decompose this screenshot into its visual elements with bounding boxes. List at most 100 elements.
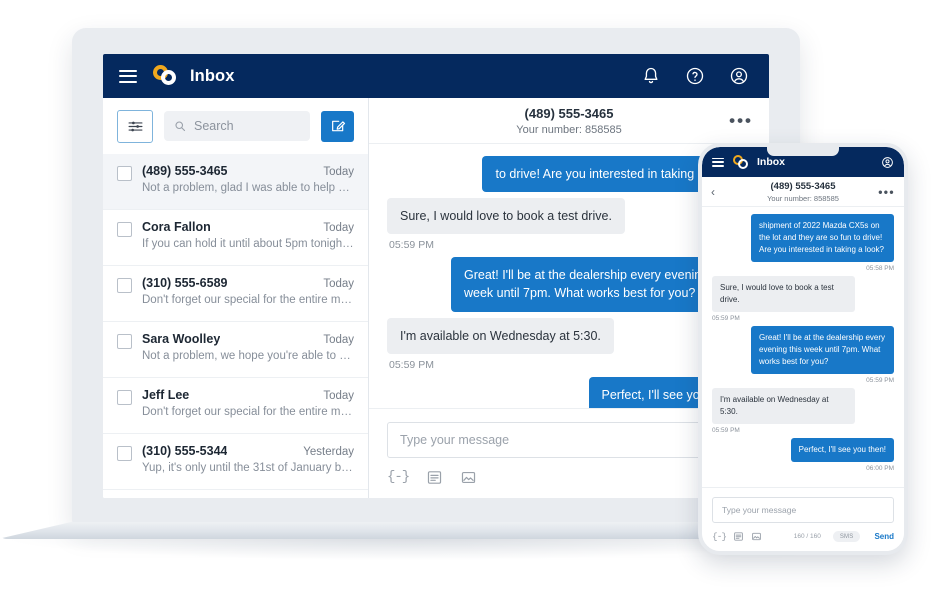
laptop-base <box>0 522 810 539</box>
phone-message-timestamp: 05:59 PM <box>866 377 894 384</box>
phone-frame: Inbox ‹ (489) 555-3465 Your number: 8585… <box>698 143 908 555</box>
back-chevron-icon[interactable]: ‹ <box>711 186 715 198</box>
merge-field-icon[interactable]: {-} <box>387 469 409 486</box>
search-icon <box>174 120 186 132</box>
channel-badge: SMS <box>833 531 861 542</box>
conversation-content: (310) 555-5344 Yesterday Yup, it's only un… <box>142 444 354 478</box>
conversation-preview: Not a problem, glad I was able to help o… <box>142 182 354 194</box>
interlocking-rings-logo <box>153 64 179 88</box>
filter-sliders-glyph <box>127 118 144 135</box>
conversation-preview: Yup, it's only until the 31st of January… <box>142 462 354 474</box>
conversation-name: Jeff Lee <box>142 388 189 402</box>
more-options-icon[interactable]: ••• <box>729 117 753 125</box>
conversation-time: Today <box>323 222 354 234</box>
conversation-content: (310) 555-6589Today Don't forget our spec… <box>142 276 354 310</box>
template-icon[interactable] <box>733 531 744 542</box>
help-question-icon[interactable] <box>685 66 705 86</box>
conversation-time: Yesterday <box>303 446 354 458</box>
hamburger-icon[interactable] <box>712 158 724 167</box>
conversation-top-row: (489) 555-3465 Today <box>142 164 354 178</box>
conversation-content: Sara Woolley Today Not a problem, we hope … <box>142 332 354 366</box>
send-button[interactable]: Send <box>874 532 894 541</box>
conversation-list-item[interactable]: (489) 555-3465 Today Not a problem, glad I… <box>103 154 368 210</box>
phone-message-input[interactable]: Type your message <box>712 497 894 523</box>
search-placeholder: Search <box>194 119 234 133</box>
conversation-name: (310) 555-6589 <box>142 276 227 290</box>
message-bubble: I'm available on Wednesday at 5:30. <box>387 318 614 354</box>
conversation-checkbox[interactable] <box>117 334 132 349</box>
conversation-content: Cora FallonToday If you can hold it until… <box>142 220 354 254</box>
conversation-list-item[interactable]: Sara Woolley Today Not a problem, we hope … <box>103 322 368 378</box>
message-row: to drive! Are you interested in taking a… <box>387 156 751 192</box>
app-title: Inbox <box>190 67 235 86</box>
phone-thread-your-number: Your number: 858585 <box>767 194 839 203</box>
merge-field-icon[interactable]: {-} <box>712 531 726 542</box>
conversation-preview: Don't forget our special for the entire … <box>142 406 354 418</box>
conversation-top-row: (310) 555-6589Today <box>142 276 354 290</box>
conversation-top-row: Jeff LeeToday <box>142 388 354 402</box>
more-options-icon[interactable]: ••• <box>878 189 895 195</box>
conversation-name: (310) 555-5344 <box>142 444 227 458</box>
message-row: I'm available on Wednesday at 5:30.05:59… <box>387 318 751 371</box>
message-row: Perfect, I'll see you then! <box>387 377 751 408</box>
image-attachment-icon[interactable] <box>460 469 477 486</box>
hamburger-icon[interactable] <box>119 70 137 83</box>
conversation-top-row: Sara Woolley Today <box>142 332 354 346</box>
conversation-time: Today <box>323 334 354 346</box>
notifications-bell-icon[interactable] <box>641 66 661 86</box>
conversation-name: Sara Woolley <box>142 332 220 346</box>
filter-sliders-icon[interactable] <box>117 110 153 143</box>
phone-message-row: Great! I'll be at the dealership every e… <box>712 326 894 384</box>
conversation-top-row: Cora FallonToday <box>142 220 354 234</box>
phone-message-bubble: Sure, I would love to book a test drive. <box>712 276 855 312</box>
account-avatar-icon[interactable] <box>881 156 894 169</box>
conversation-checkbox[interactable] <box>117 222 132 237</box>
phone-message-input-placeholder: Type your message <box>722 505 796 515</box>
conversation-list: (489) 555-3465 Today Not a problem, glad I… <box>103 154 368 498</box>
phone-app-screen: Inbox ‹ (489) 555-3465 Your number: 8585… <box>702 147 904 551</box>
conversation-preview: Not a problem, we hope you're able to ge… <box>142 350 354 362</box>
message-bubble: Sure, I would love to book a test drive. <box>387 198 625 234</box>
message-input-placeholder: Type your message <box>400 433 509 447</box>
conversation-list-item[interactable]: Cora FallonToday If you can hold it until… <box>103 210 368 266</box>
list-toolbar: Search <box>103 98 368 154</box>
message-row: Sure, I would love to book a test drive.… <box>387 198 751 251</box>
conversation-preview: Don't forget our special for the entire … <box>142 294 354 306</box>
conversation-checkbox[interactable] <box>117 278 132 293</box>
message-input[interactable]: Type your message <box>387 422 751 458</box>
conversation-list-item[interactable]: (310) 555-6589Today Don't forget our spec… <box>103 266 368 322</box>
image-attachment-icon[interactable] <box>751 531 762 542</box>
phone-thread-contact-title: (489) 555-3465 <box>767 181 839 192</box>
thread-your-number: Your number: 858585 <box>516 124 621 136</box>
conversation-preview: If you can hold it until about 5pm tonig… <box>142 238 354 250</box>
laptop-mockup: Inbox <box>72 28 800 524</box>
phone-notch <box>767 147 839 156</box>
app-header: Inbox <box>103 54 769 98</box>
conversation-list-pane: Search (489) 555-3465 Today Not a problem,… <box>103 98 369 498</box>
phone-message-bubble: Perfect, I'll see you then! <box>791 438 894 462</box>
interlocking-rings-logo <box>733 155 750 170</box>
conversation-content: (489) 555-3465 Today Not a problem, glad I… <box>142 164 354 198</box>
conversation-checkbox[interactable] <box>117 166 132 181</box>
conversation-time: Today <box>323 166 354 178</box>
conversation-name: (489) 555-3465 <box>142 164 227 178</box>
template-icon[interactable] <box>426 469 443 486</box>
conversation-checkbox[interactable] <box>117 446 132 461</box>
scene-background: Inbox <box>0 0 936 590</box>
phone-message-timestamp: 05:58 PM <box>866 265 894 272</box>
search-input[interactable]: Search <box>164 111 310 141</box>
compose-pencil-icon[interactable] <box>321 111 354 142</box>
conversation-list-item[interactable]: Jeff LeeToday Don't forget our special fo… <box>103 378 368 434</box>
conversation-top-row: (310) 555-5344 Yesterday <box>142 444 354 458</box>
conversation-checkbox[interactable] <box>117 390 132 405</box>
account-avatar-icon[interactable] <box>729 66 749 86</box>
thread-header: (489) 555-3465 Your number: 858585 ••• <box>369 98 769 144</box>
message-timestamp: 05:59 PM <box>389 239 434 251</box>
phone-message-row: I'm available on Wednesday at 5:30.05:59… <box>712 388 894 434</box>
phone-thread-header-center: (489) 555-3465 Your number: 858585 <box>767 181 839 203</box>
logo-ring-white <box>738 159 748 169</box>
logo-ring-white <box>161 70 176 85</box>
conversation-list-item[interactable]: (310) 555-5344 Yesterday Yup, it's only un… <box>103 434 368 490</box>
phone-message-timestamp: 05:59 PM <box>712 427 740 434</box>
laptop-base-shadow <box>12 538 802 560</box>
